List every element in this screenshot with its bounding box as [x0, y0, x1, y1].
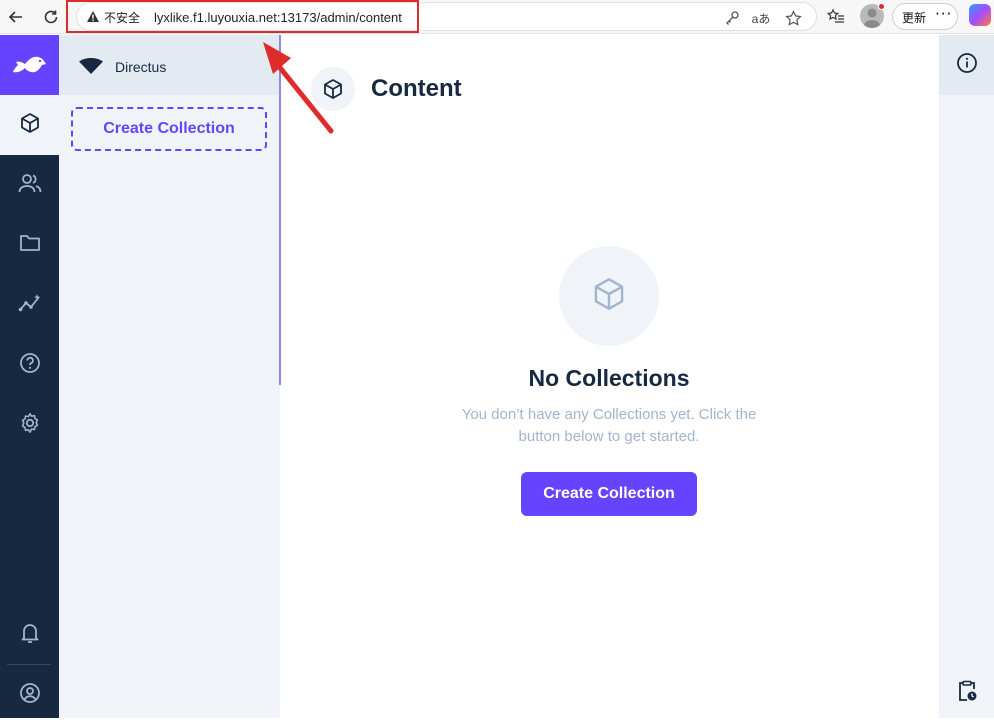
module-files[interactable]: [0, 215, 59, 275]
empty-state-description: You don’t have any Collections yet. Clic…: [461, 406, 757, 445]
module-bar: [0, 35, 59, 718]
favorite-star-icon[interactable]: [783, 8, 803, 28]
info-button[interactable]: [939, 35, 994, 95]
cube-icon: [591, 276, 627, 317]
gear-icon: [19, 412, 41, 439]
project-name: Directus: [115, 59, 167, 75]
url-highlight-box: [66, 0, 419, 33]
create-collection-button[interactable]: Create Collection: [521, 472, 697, 516]
module-content[interactable]: [0, 95, 59, 155]
back-icon[interactable]: [2, 3, 30, 31]
help-icon: [19, 352, 41, 379]
wifi-icon: [79, 58, 103, 79]
notification-dot: [878, 3, 885, 10]
folder-icon: [19, 233, 41, 258]
favorites-list-icon[interactable]: [823, 4, 849, 30]
page-title: Content: [371, 75, 462, 102]
annotation-arrow: [263, 42, 334, 134]
info-sidebar: [939, 35, 994, 718]
module-docs[interactable]: [0, 335, 59, 395]
user-avatar-icon: [19, 682, 41, 709]
insights-icon: [18, 292, 42, 319]
module-settings[interactable]: [0, 395, 59, 455]
empty-state-icon: [559, 246, 659, 346]
module-insights[interactable]: [0, 275, 59, 335]
reload-icon[interactable]: [37, 3, 65, 31]
clipboard-clock-icon: [956, 680, 978, 707]
activity-button[interactable]: [939, 668, 994, 718]
navigation-sidebar: Directus Create Collection: [59, 35, 280, 718]
cube-icon: [19, 112, 41, 139]
key-icon[interactable]: [722, 8, 742, 28]
update-label: 更新: [902, 11, 927, 25]
notifications-button[interactable]: [0, 605, 59, 665]
read-aloud-icon[interactable]: aあ: [751, 8, 771, 28]
user-profile-button[interactable]: [0, 665, 59, 725]
module-users[interactable]: [0, 155, 59, 215]
bell-icon: [20, 622, 40, 649]
info-icon: [956, 52, 978, 79]
browser-toolbar: 不安全 lyxlike.f1.luyouxia.net:13173/admin/…: [0, 0, 994, 34]
project-header[interactable]: Directus: [59, 35, 280, 95]
sidebar-create-collection-button[interactable]: Create Collection: [71, 107, 267, 151]
users-icon: [18, 172, 42, 199]
main-content: Content No Collections You don’t have an…: [281, 35, 939, 718]
empty-state-title: No Collections: [528, 365, 690, 391]
update-button[interactable]: 更新 ···: [892, 3, 958, 30]
more-icon: ···: [935, 5, 953, 23]
copilot-icon[interactable]: [969, 4, 991, 26]
directus-logo[interactable]: [0, 35, 59, 95]
